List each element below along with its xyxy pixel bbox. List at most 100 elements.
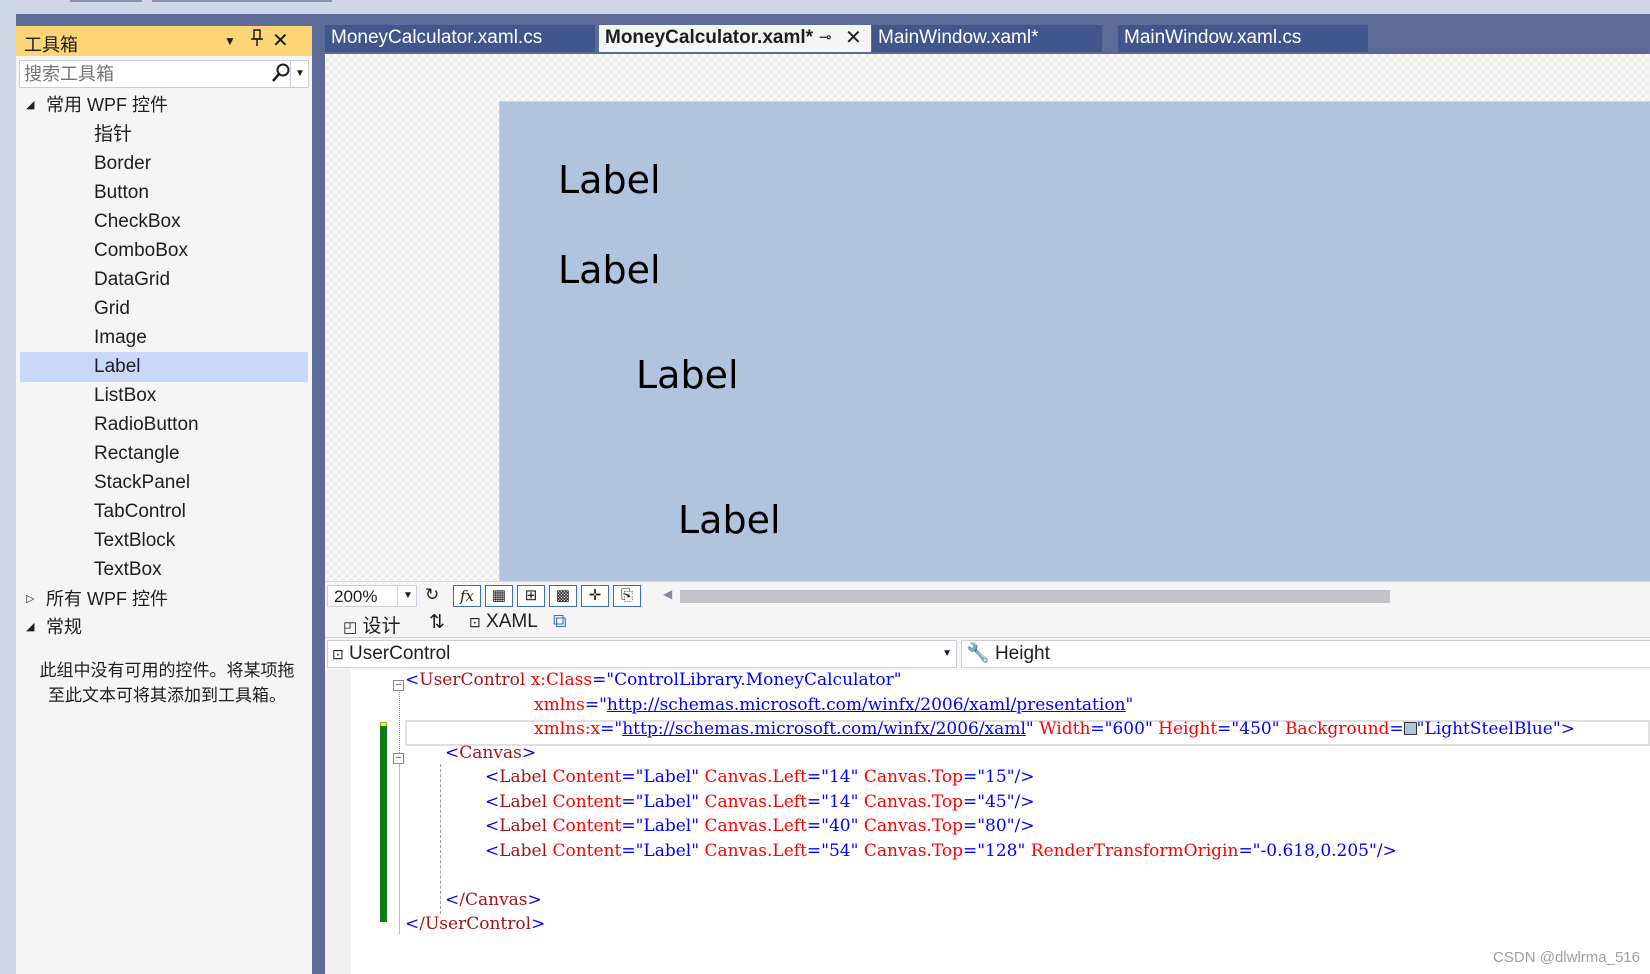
toolbar-fragment (152, 0, 332, 2)
toolbox-item-label-control[interactable]: Label (20, 352, 308, 382)
canvas-label-1[interactable]: Label (558, 158, 661, 202)
close-icon[interactable]: ✕ (845, 25, 862, 51)
watermark: CSDN @dlwlrma_516 (1493, 949, 1640, 966)
toolbox-item-button[interactable]: Button (20, 178, 308, 208)
fold-toggle[interactable]: − (393, 680, 404, 691)
zoom-dropdown-icon[interactable]: ▼ (397, 585, 418, 607)
empty-message-line: 至此文本可将其添加到工具箱。 (48, 686, 286, 705)
snap-lines-icon[interactable]: ✛ (581, 585, 609, 607)
code-line-5: <Label Content="Label" Canvas.Left="14" … (485, 767, 1035, 787)
property-dropdown[interactable]: 🔧 Height ▼ (961, 640, 1650, 668)
toolbox-item-label: TextBlock (94, 530, 176, 551)
toolbox-item-datagrid[interactable]: DataGrid (20, 265, 308, 295)
empty-message-line: 此组中没有可用的控件。将某项拖 (39, 661, 295, 680)
toolbox-empty-message: 此组中没有可用的控件。将某项拖 至此文本可将其添加到工具箱。 (26, 658, 308, 708)
checkerboard-icon[interactable]: ▩ (549, 585, 577, 607)
search-icon[interactable] (272, 63, 290, 88)
code-line-10: </Canvas> (445, 890, 542, 910)
property-dropdown-value: Height (994, 643, 1050, 664)
collapsed-arrow-icon: ▷ (26, 593, 35, 605)
scroll-left-icon[interactable]: ◀ (663, 587, 672, 601)
toolbox-item-textblock[interactable]: TextBlock (20, 526, 308, 556)
toolbox-group-general[interactable]: ◢ 常规 (20, 613, 310, 641)
tab-moneycalculator-xaml-cs[interactable]: MoneyCalculator.xaml.cs (325, 25, 595, 52)
color-swatch-icon (1403, 722, 1417, 735)
code-line-2: xmlns="http://schemas.microsoft.com/winf… (534, 695, 1134, 715)
group-label: 常规 (46, 617, 82, 637)
code-line-1: <UserControl x:Class="ControlLibrary.Mon… (405, 670, 902, 690)
design-surface: Label Label Label Label (325, 54, 1650, 582)
refresh-icon[interactable]: ↻ (425, 585, 439, 605)
element-navigation-bar: ⊡ UserControl ▼ 🔧 Height ▼ (325, 637, 1650, 671)
horizontal-scrollbar[interactable] (680, 590, 1390, 603)
effects-toggle-button[interactable]: fx (453, 585, 481, 607)
tab-design-label: 设计 (362, 616, 401, 637)
fold-toggle[interactable]: − (393, 753, 404, 764)
group-label: 所有 WPF 控件 (46, 589, 168, 609)
toolbox-item-label: Grid (94, 298, 130, 319)
toolbox-search-input[interactable] (24, 64, 264, 84)
toolbox-item-border[interactable]: Border (20, 149, 308, 179)
code-line-4: <Canvas> (445, 743, 537, 763)
tab-xaml[interactable]: ⊡ XAML (469, 611, 538, 633)
canvas-label-2[interactable]: Label (558, 248, 661, 292)
toolbox-item-tabcontrol[interactable]: TabControl (20, 497, 308, 527)
code-line-7: <Label Content="Label" Canvas.Left="40" … (485, 816, 1035, 836)
tab-moneycalculator-xaml[interactable]: MoneyCalculator.xaml* ⊸ ✕ (599, 25, 871, 52)
toolbox-item-label: ListBox (94, 385, 157, 406)
search-options-dropdown[interactable]: ▼ (290, 61, 309, 87)
tab-design[interactable]: ◰ 设计 (343, 611, 400, 638)
toolbox-item-radiobutton[interactable]: RadioButton (20, 410, 308, 440)
grid-toggle-icon[interactable]: ▦ (485, 585, 513, 607)
xaml-code-editor[interactable]: − − <UserControl x:Class="ControlLibrary… (325, 670, 1650, 974)
toolbox-search-box: ▼ (19, 60, 309, 88)
toolbox-item-label: StackPanel (94, 472, 191, 493)
wrench-icon: 🔧 (966, 643, 990, 664)
usercontrol-canvas[interactable]: Label Label Label Label (499, 101, 1650, 582)
toolbox-item-label: Border (94, 153, 152, 174)
toolbox-group-all-wpf[interactable]: ▷ 所有 WPF 控件 (20, 585, 310, 613)
toolbox-item-label: RadioButton (94, 414, 199, 435)
element-dropdown[interactable]: ⊡ UserControl ▼ (327, 640, 957, 668)
toolbox-item-pointer[interactable]: 指针 (20, 120, 308, 150)
tab-mainwindow-xaml-cs[interactable]: MainWindow.xaml.cs (1118, 25, 1368, 52)
toolbox-item-rectangle[interactable]: Rectangle (20, 439, 308, 469)
swap-panes-icon[interactable]: ⇅ (429, 611, 445, 634)
top-toolbar-strip (0, 0, 1650, 14)
toolbox-item-textbox[interactable]: TextBox (20, 555, 308, 585)
toolbox-item-image[interactable]: Image (20, 323, 308, 353)
toolbox-item-label: 指针 (94, 124, 133, 145)
designer-toolbar: 200% ▼ ↻ fx ▦ ⊞ ▩ ✛ ⎘ ◀ (325, 581, 1650, 610)
design-view-icon: ◰ (343, 619, 358, 636)
toolbox-group-common-wpf[interactable]: ◢ 常用 WPF 控件 (20, 91, 310, 119)
tab-mainwindow-xaml[interactable]: MainWindow.xaml* (872, 25, 1102, 52)
toolbox-item-label: Label (94, 356, 141, 377)
panel-dropdown-icon[interactable]: ▼ (224, 34, 236, 48)
canvas-label-4[interactable]: Label (678, 498, 781, 542)
saved-change-marker (380, 726, 387, 922)
snap-grid-icon[interactable]: ⊞ (517, 585, 545, 607)
project-code-icon[interactable]: ⎘ (613, 585, 641, 607)
popout-icon[interactable]: ⧉ (553, 611, 567, 633)
fold-guide (399, 764, 401, 934)
fold-guide (399, 692, 401, 753)
group-label: 常用 WPF 控件 (46, 95, 168, 115)
toolbox-item-combobox[interactable]: ComboBox (20, 236, 308, 266)
code-line-3: xmlns:x="http://schemas.microsoft.com/wi… (534, 719, 1575, 739)
pin-icon[interactable] (250, 29, 264, 52)
close-icon[interactable]: ✕ (272, 28, 289, 53)
pin-icon[interactable]: ⊸ (819, 25, 832, 51)
xaml-view-icon: ⊡ (469, 614, 481, 630)
toolbox-item-checkbox[interactable]: CheckBox (20, 207, 308, 237)
tab-label: MainWindow.xaml.cs (1124, 27, 1302, 48)
usercontrol-icon: ⊡ (332, 646, 344, 662)
code-line-11: </UserControl> (405, 914, 546, 934)
canvas-label-3[interactable]: Label (636, 353, 739, 397)
toolbox-item-stackpanel[interactable]: StackPanel (20, 468, 308, 498)
toolbox-item-listbox[interactable]: ListBox (20, 381, 308, 411)
toolbox-item-grid[interactable]: Grid (20, 294, 308, 324)
toolbox-item-label: TextBox (94, 559, 162, 580)
toolbar-fragment (70, 0, 142, 2)
code-line-8: <Label Content="Label" Canvas.Left="54" … (485, 841, 1397, 861)
left-dock-edge (0, 14, 16, 974)
